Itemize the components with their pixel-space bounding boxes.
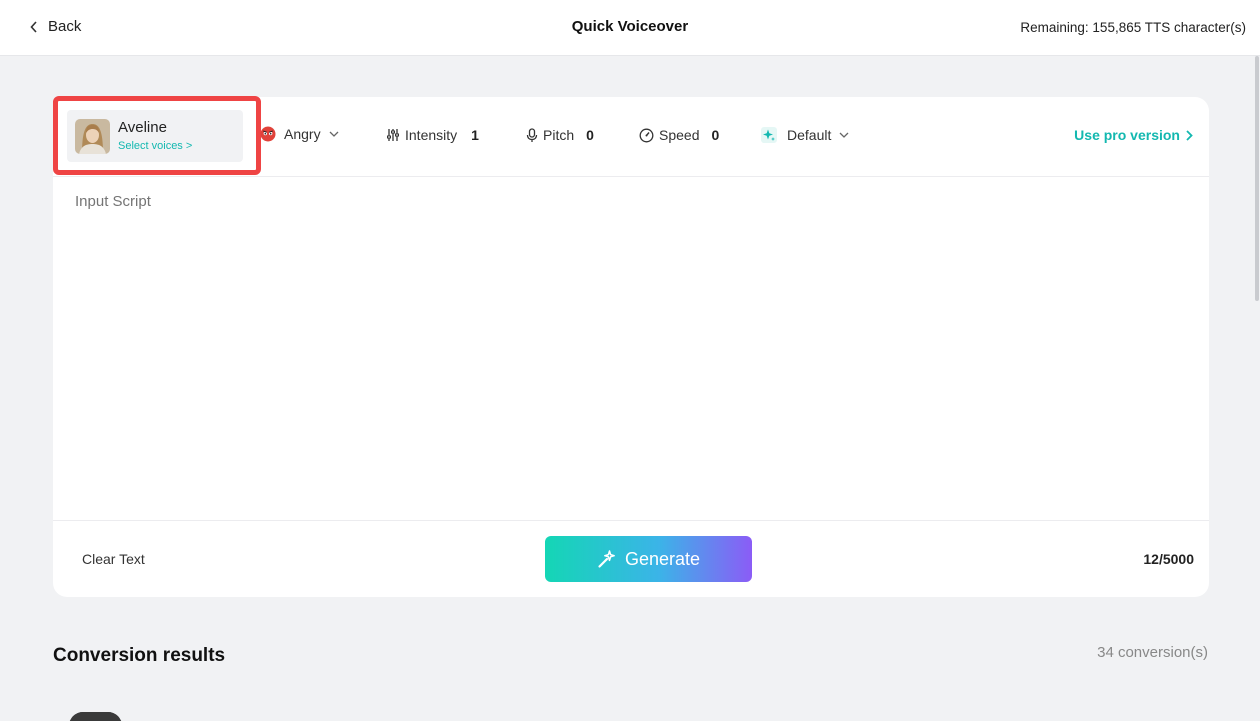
angry-face-icon — [260, 126, 276, 142]
scrollbar-thumb[interactable] — [1255, 56, 1259, 301]
generate-button[interactable]: Generate — [545, 536, 752, 582]
pitch-control[interactable]: Pitch 0 — [526, 127, 594, 143]
gauge-icon — [639, 128, 654, 142]
chevron-left-icon — [30, 20, 37, 33]
intensity-control[interactable]: Intensity 1 — [386, 127, 479, 143]
remaining-characters: Remaining: 155,865 TTS character(s) — [1020, 20, 1246, 35]
speed-control[interactable]: Speed 0 — [639, 127, 719, 143]
voiceover-card: Aveline Select voices > Angry Intensity … — [53, 96, 1209, 597]
microphone-icon — [526, 127, 538, 142]
speed-value: 0 — [711, 127, 720, 143]
top-bar: Back Quick Voiceover Remaining: 155,865 … — [0, 0, 1260, 56]
style-label: Default — [787, 127, 832, 143]
conversion-results-title: Conversion results — [53, 645, 226, 666]
emotion-label: Angry — [284, 126, 321, 142]
generate-label: Generate — [624, 548, 701, 569]
pro-link-label: Use pro version — [1074, 127, 1180, 143]
voice-avatar — [75, 119, 110, 154]
intensity-value: 1 — [471, 127, 479, 143]
select-voices-link[interactable]: Select voices > — [118, 140, 192, 152]
back-button[interactable]: Back — [30, 18, 81, 35]
character-count: 12/5000 — [1143, 551, 1194, 567]
script-input[interactable] — [53, 177, 1209, 520]
conversion-count: 34 conversion(s) — [1097, 644, 1208, 661]
sliders-icon — [387, 129, 399, 141]
back-label: Back — [48, 18, 82, 35]
voice-toolbar: Aveline Select voices > Angry Intensity … — [53, 96, 1209, 177]
clear-text-button[interactable]: Clear Text — [82, 551, 145, 567]
scrollbar[interactable] — [1254, 56, 1260, 721]
result-avatar — [69, 712, 122, 721]
use-pro-version-link[interactable]: Use pro version — [1074, 127, 1193, 143]
chevron-down-icon — [329, 131, 339, 137]
pitch-value: 0 — [586, 127, 594, 143]
magic-wand-icon — [598, 550, 615, 568]
emotion-dropdown[interactable]: Angry — [260, 126, 339, 142]
speed-label: Speed — [659, 127, 700, 143]
pitch-label: Pitch — [543, 127, 575, 143]
voice-selector[interactable]: Aveline Select voices > — [67, 110, 243, 162]
sparkle-icon — [761, 127, 777, 143]
chevron-down-icon — [839, 132, 849, 138]
style-dropdown[interactable]: Default — [761, 127, 849, 143]
divider — [53, 520, 1209, 521]
voice-name: Aveline — [118, 119, 167, 136]
chevron-right-icon — [1186, 129, 1193, 141]
intensity-label: Intensity — [405, 127, 458, 143]
